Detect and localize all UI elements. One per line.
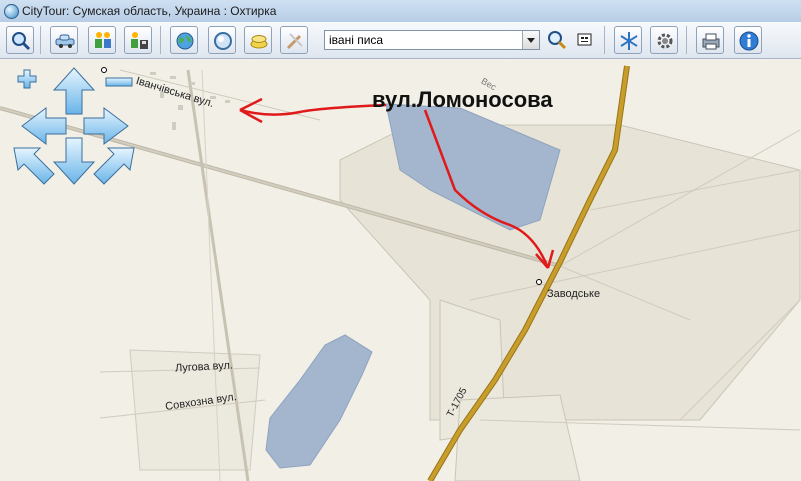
coordinates-icon <box>577 33 592 46</box>
layers-icon <box>250 35 268 49</box>
map-view[interactable]: Іванчівська вул. Вес Заводське Лугова ву… <box>0 59 801 481</box>
pan-down-arrow-icon[interactable] <box>52 137 96 185</box>
app-icon <box>4 4 19 19</box>
route-people-button[interactable] <box>88 26 116 54</box>
info-icon <box>739 31 759 51</box>
zoom-in-button[interactable] <box>17 69 37 89</box>
snowflake-settings-button[interactable] <box>614 26 642 54</box>
search-go-button[interactable] <box>546 29 568 51</box>
chevron-down-icon[interactable] <box>522 31 539 49</box>
gear-button[interactable] <box>650 26 678 54</box>
village-label-zavodske: Заводське <box>547 288 601 300</box>
snowflake-settings-icon <box>620 32 638 50</box>
toolbar-separator <box>686 26 687 54</box>
toolbar: івані писа <box>0 22 801 59</box>
magnifier-icon <box>12 32 31 51</box>
sphere-button[interactable] <box>208 26 236 54</box>
globe-icon <box>176 32 194 50</box>
printer-icon <box>702 33 720 50</box>
map-navigation-pad <box>13 67 135 185</box>
printer-button[interactable] <box>696 26 724 54</box>
zoom-out-button[interactable] <box>105 77 133 87</box>
title-bar: CityTour: Сумская область, Украина : Охт… <box>0 0 801 23</box>
pan-up-arrow-icon[interactable] <box>52 67 96 115</box>
route-save-button[interactable] <box>124 26 152 54</box>
globe-button[interactable] <box>170 26 198 54</box>
layers-button[interactable] <box>244 26 272 54</box>
toolbar-separator <box>40 26 41 54</box>
search-value: івані писа <box>329 33 384 47</box>
magnifier-button[interactable] <box>6 26 34 54</box>
pan-down-left-arrow-icon[interactable] <box>13 147 55 185</box>
search-combobox[interactable]: івані писа <box>324 30 540 50</box>
coordinates-button[interactable] <box>576 31 594 49</box>
tools-icon <box>286 33 303 50</box>
route-people-icon <box>95 32 111 48</box>
gear-icon <box>657 33 673 49</box>
info-button[interactable] <box>734 26 762 54</box>
sphere-icon <box>214 32 232 50</box>
toolbar-separator <box>604 26 605 54</box>
annotation-lomonosova: вул.Ломоносова <box>372 87 553 112</box>
search-go-icon <box>548 31 567 50</box>
car-button[interactable] <box>50 26 78 54</box>
route-save-icon <box>131 32 148 49</box>
pan-right-arrow-icon[interactable] <box>83 107 129 145</box>
window-title: CityTour: Сумская область, Украина : Охт… <box>22 4 277 18</box>
toolbar-separator <box>160 26 161 54</box>
pan-left-arrow-icon[interactable] <box>21 107 67 145</box>
tools-button[interactable] <box>280 26 308 54</box>
car-icon <box>55 34 75 48</box>
pan-down-right-arrow-icon[interactable] <box>93 147 135 185</box>
